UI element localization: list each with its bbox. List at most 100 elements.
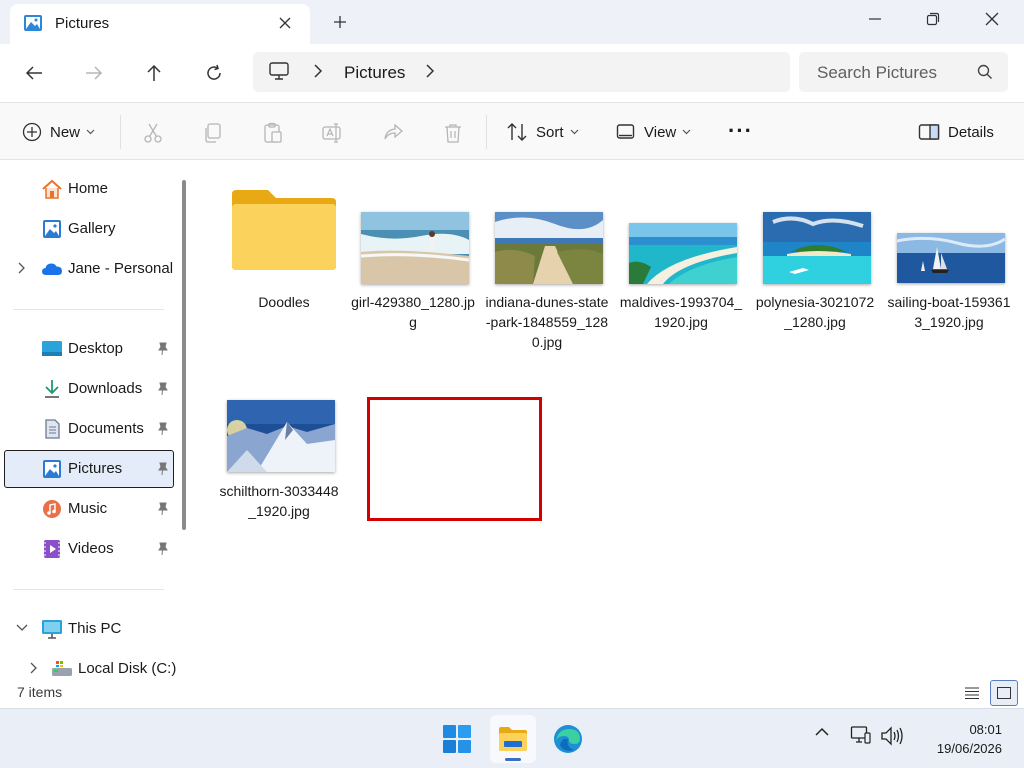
dunes-image <box>495 212 603 284</box>
title-bar: Pictures <box>0 0 1024 44</box>
chevron-up-icon[interactable] <box>814 727 830 737</box>
sidebar-item-label: Music <box>68 500 108 517</box>
taskbar: 08:01 19/06/2026 <box>0 708 1024 768</box>
copy-icon[interactable] <box>202 122 224 144</box>
navigation-pane: Home Gallery Jane - Personal Desktop Dow… <box>0 160 190 676</box>
address-bar[interactable]: Pictures <box>253 52 790 92</box>
gallery-icon <box>43 220 61 238</box>
forward-button[interactable] <box>78 57 110 89</box>
file-explorer-taskbar-button[interactable] <box>490 715 536 763</box>
pin-icon[interactable] <box>156 342 168 356</box>
up-button[interactable] <box>138 57 170 89</box>
details-view-button[interactable] <box>958 680 986 706</box>
sidebar-item-local-disk[interactable]: Local Disk (C:) <box>4 650 177 676</box>
pin-icon[interactable] <box>156 382 168 396</box>
file-name: sailing-boat-1593613_1920.jpg <box>887 294 1011 330</box>
command-bar: New Sort View ··· Details <box>0 102 1024 160</box>
music-icon <box>43 500 61 518</box>
file-list: Doodles girl-429380_1280.jpg indiana-dun… <box>196 160 1024 676</box>
new-tab-button[interactable] <box>328 10 352 34</box>
arrow-up-icon <box>147 64 161 81</box>
sidebar-item-label: Local Disk (C:) <box>78 660 177 676</box>
large-icons-view-button[interactable] <box>990 680 1018 706</box>
chevron-right-icon[interactable] <box>313 63 323 79</box>
back-button[interactable] <box>18 57 50 89</box>
close-icon <box>279 17 291 29</box>
view-label: View <box>644 123 677 141</box>
sidebar-item-documents[interactable]: Documents <box>4 410 174 448</box>
home-icon <box>42 179 62 199</box>
start-icon <box>443 725 471 753</box>
file-name: maldives-1993704_1920.jpg <box>619 294 743 330</box>
share-icon[interactable] <box>382 122 404 144</box>
sidebar-item-jane-personal[interactable]: Jane - Personal <box>4 250 174 288</box>
sidebar-item-label: Videos <box>68 540 114 557</box>
mountain-image <box>227 400 335 472</box>
chevron-right-icon[interactable] <box>425 63 435 79</box>
sidebar-item-label: Home <box>68 180 109 197</box>
documents-icon <box>45 419 60 439</box>
sidebar-item-music[interactable]: Music <box>4 490 174 528</box>
rename-icon[interactable] <box>322 122 344 144</box>
search-input[interactable]: Search Pictures <box>799 52 1008 92</box>
breadcrumb-pictures[interactable]: Pictures <box>344 63 405 83</box>
sidebar-item-videos[interactable]: Videos <box>4 530 174 568</box>
sidebar-item-gallery[interactable]: Gallery <box>4 210 174 248</box>
delete-icon[interactable] <box>442 122 464 144</box>
sidebar-item-pictures[interactable]: Pictures <box>4 450 174 488</box>
sidebar-item-label: This PC <box>68 620 122 637</box>
clock[interactable]: 08:01 19/06/2026 <box>912 720 1002 758</box>
clock-date: 19/06/2026 <box>936 741 1002 756</box>
this-pc-icon <box>42 620 62 639</box>
file-name: indiana-dunes-state-park-1848559_1280.jp… <box>485 294 609 350</box>
chevron-right-icon[interactable] <box>17 262 25 274</box>
pin-icon[interactable] <box>156 462 168 476</box>
sort-button[interactable]: Sort <box>506 103 579 161</box>
item-count: 7 items <box>17 684 63 700</box>
sidebar-item-this-pc[interactable]: This PC <box>4 610 174 648</box>
chevron-down-icon <box>86 129 95 135</box>
chevron-down-icon[interactable] <box>16 624 28 632</box>
sidebar-item-downloads[interactable]: Downloads <box>4 370 174 408</box>
file-explorer-icon <box>499 727 527 751</box>
start-button[interactable] <box>434 715 480 763</box>
paste-icon[interactable] <box>262 122 284 144</box>
more-options-icon: ··· <box>728 118 753 143</box>
pin-icon[interactable] <box>156 502 168 516</box>
details-pane-button[interactable]: Details <box>918 103 994 161</box>
sidebar-item-home[interactable]: Home <box>4 170 174 208</box>
refresh-button[interactable] <box>198 57 230 89</box>
pin-icon[interactable] <box>156 542 168 556</box>
sidebar-scrollbar[interactable] <box>182 180 186 530</box>
chevron-down-icon <box>682 129 691 135</box>
arrow-left-icon <box>25 66 42 80</box>
address-row: Pictures Search Pictures <box>0 44 1024 102</box>
chevron-right-icon[interactable] <box>29 662 37 674</box>
sort-icon <box>507 123 527 141</box>
image-thumbnail <box>629 223 737 284</box>
tab-pictures[interactable]: Pictures <box>10 4 310 44</box>
volume-icon[interactable] <box>880 725 904 747</box>
search-icon <box>977 64 992 79</box>
sidebar-item-label: Pictures <box>68 460 123 477</box>
see-more-button[interactable]: ··· <box>728 103 753 161</box>
view-button[interactable]: View <box>616 103 691 161</box>
details-pane-icon <box>918 124 940 140</box>
highlight-box <box>367 397 542 521</box>
edge-taskbar-button[interactable] <box>545 715 591 763</box>
cut-icon[interactable] <box>142 122 164 144</box>
close-window-button[interactable] <box>970 4 1014 34</box>
beach-image <box>361 212 469 284</box>
minimize-button[interactable] <box>853 4 897 34</box>
polynesia-image <box>763 212 871 284</box>
view-icon <box>616 124 635 139</box>
refresh-icon <box>207 64 221 80</box>
network-icon[interactable] <box>850 725 872 747</box>
sidebar-divider <box>13 589 164 590</box>
pin-icon[interactable] <box>156 422 168 436</box>
videos-icon <box>44 540 60 558</box>
sidebar-item-desktop[interactable]: Desktop <box>4 330 174 368</box>
restore-button[interactable] <box>911 4 955 34</box>
tab-close-button[interactable] <box>274 12 296 34</box>
new-button[interactable]: New <box>22 103 95 161</box>
